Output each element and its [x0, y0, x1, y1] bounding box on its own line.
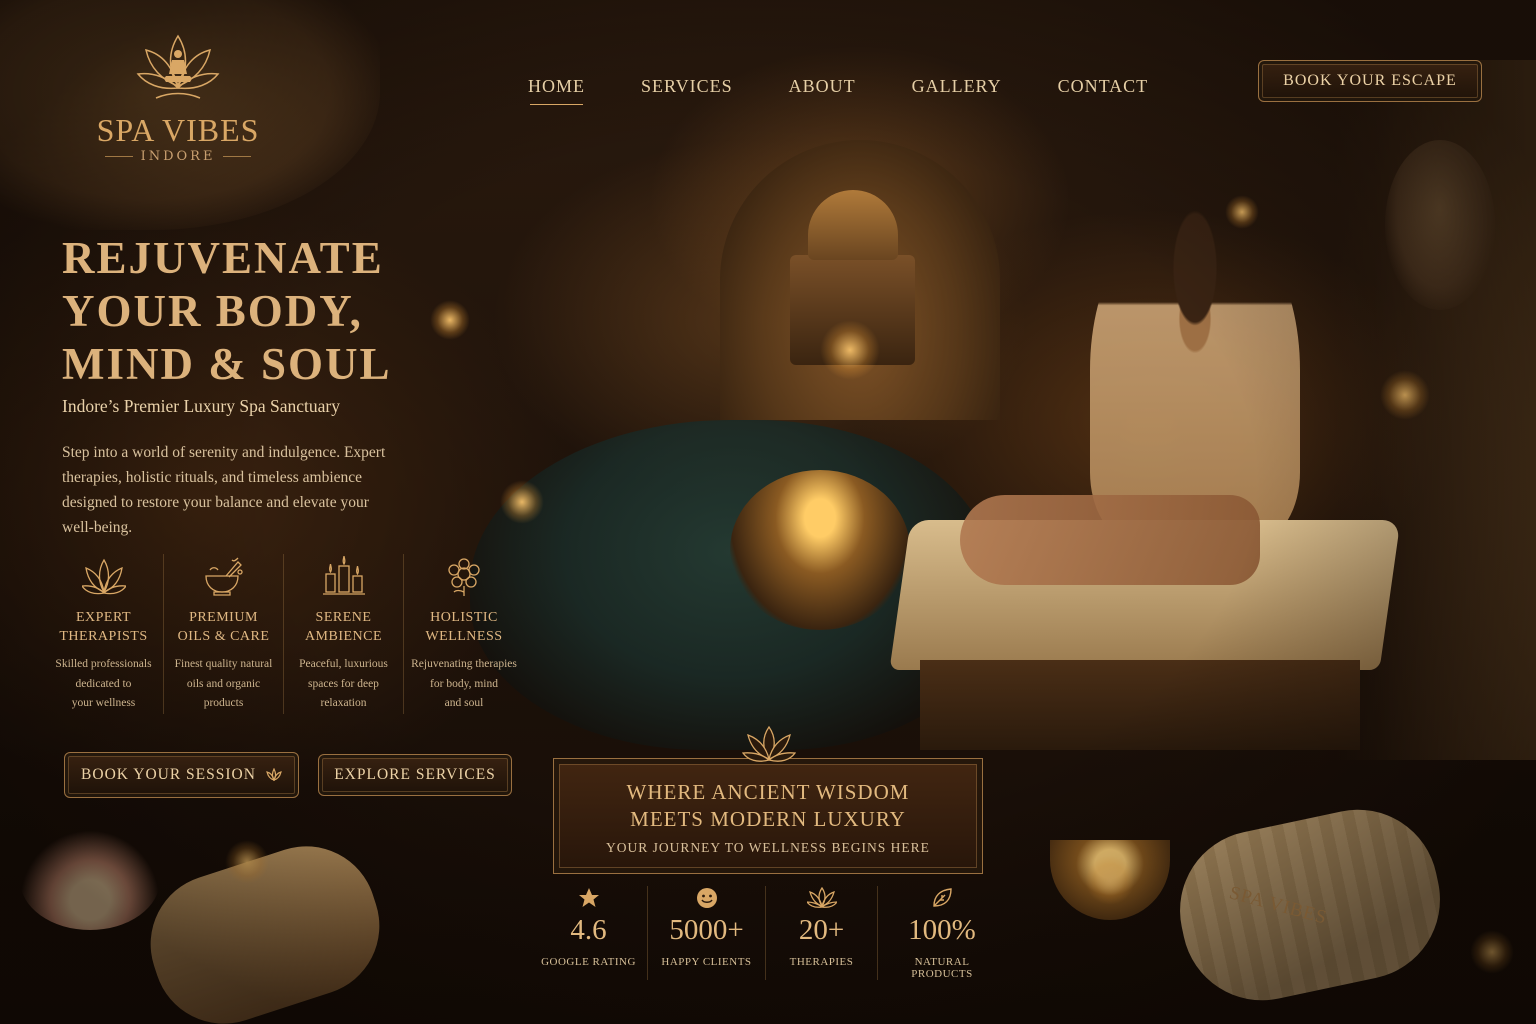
feature-title: PREMIUM OILS & CARE	[177, 610, 270, 644]
candle-glow	[820, 320, 880, 380]
hero-title: REJUVENATE YOUR BODY, MIND & SOUL	[62, 232, 442, 391]
temple-arch	[720, 140, 1000, 420]
banner-heading-line: MEETS MODERN LUXURY	[630, 807, 906, 831]
candle-glow	[1380, 370, 1430, 420]
hero-title-line: MIND & SOUL	[62, 339, 392, 389]
stat-value: 4.6	[570, 914, 607, 946]
candle-glow	[1225, 195, 1259, 229]
feature-holistic-wellness: HOLISTIC WELLNESS Rejuvenating therapies…	[404, 554, 524, 714]
stat-natural-products: 100% NATURAL PRODUCTS	[878, 886, 1006, 980]
banner-subtitle: YOUR JOURNEY TO WELLNESS BEGINS HERE	[606, 840, 930, 855]
feature-serene-ambience: SERENE AMBIENCE Peaceful, luxurious spac…	[284, 554, 404, 714]
nav-contact[interactable]: CONTACT	[1030, 74, 1177, 99]
nav-gallery[interactable]: GALLERY	[884, 74, 1030, 99]
book-session-label: BOOK YOUR SESSION	[81, 766, 256, 783]
hero-title-line: YOUR BODY,	[62, 286, 363, 336]
stats-bar: 4.6 GOOGLE RATING 5000+ HAPPY CLIENTS 20…	[530, 886, 1006, 980]
brand-name: SPA VIBES	[96, 112, 260, 148]
hero-description: Step into a world of serenity and indulg…	[62, 444, 386, 536]
book-session-button[interactable]: BOOK YOUR SESSION	[64, 752, 299, 798]
leaf-icon	[933, 888, 952, 907]
feature-title: EXPERT THERAPISTS	[59, 610, 148, 644]
feature-premium-oils: PREMIUM OILS & CARE Finest quality natur…	[164, 554, 284, 714]
lotus-ornament-icon	[742, 725, 796, 762]
lotus-icon	[806, 886, 837, 908]
client-figure	[960, 495, 1260, 585]
candle-glow	[1470, 930, 1514, 974]
feature-list: EXPERT THERAPISTS Skilled professionals …	[44, 554, 524, 714]
stat-label: HAPPY CLIENTS	[661, 956, 752, 968]
fountain	[730, 470, 910, 630]
feature-desc: Rejuvenating therapies for body, mind an…	[411, 658, 517, 709]
main-nav: HOME SERVICES ABOUT GALLERY CONTACT	[500, 74, 1177, 105]
feature-title: SERENE AMBIENCE	[304, 610, 383, 644]
oil-bowl-icon	[204, 557, 243, 596]
meditation-lotus-icon	[136, 34, 220, 99]
lotus-icon	[81, 558, 126, 595]
stat-label: THERAPIES	[789, 956, 854, 968]
stat-label: NATURAL PRODUCTS	[911, 956, 973, 980]
stat-happy-clients: 5000+ HAPPY CLIENTS	[648, 886, 766, 980]
lotus-icon	[266, 768, 282, 782]
therapist-figure	[1090, 200, 1300, 540]
pavilion	[790, 255, 915, 365]
towel-embroidery: SPA VIBES	[1227, 882, 1330, 929]
pavilion-dome	[808, 190, 898, 260]
massage-bed-base	[920, 660, 1360, 750]
nav-services[interactable]: SERVICES	[613, 74, 761, 99]
star-icon	[578, 888, 599, 907]
hero-tagline: Indore’s Premier Luxury Spa Sanctuary	[62, 396, 340, 416]
feature-desc: Peaceful, luxurious spaces for deep rela…	[299, 658, 388, 709]
holistic-flower-icon	[448, 558, 480, 596]
brand-location: INDORE	[88, 149, 268, 164]
stat-therapies: 20+ THERAPIES	[766, 886, 878, 980]
book-escape-button[interactable]: BOOK YOUR ESCAPE	[1258, 60, 1482, 102]
nav-home[interactable]: HOME	[500, 74, 613, 105]
feature-expert-therapists: EXPERT THERAPISTS Skilled professionals …	[44, 554, 164, 714]
reflecting-pool	[470, 420, 990, 750]
lotus-flower	[20, 830, 160, 930]
feature-desc: Finest quality natural oils and organic …	[174, 658, 273, 709]
explore-services-button[interactable]: EXPLORE SERVICES	[318, 754, 512, 796]
candle-bowl	[1050, 840, 1170, 920]
parchment-texture-right	[1336, 60, 1536, 760]
candle-glow	[225, 840, 269, 884]
candles-icon	[322, 556, 365, 595]
massage-bed	[889, 520, 1401, 670]
candle-glow	[1085, 855, 1135, 905]
feature-title: HOLISTIC WELLNESS	[425, 610, 503, 644]
nav-about[interactable]: ABOUT	[761, 74, 884, 99]
stat-label: GOOGLE RATING	[541, 956, 636, 968]
statue-relief	[1385, 140, 1495, 310]
stat-google-rating: 4.6 GOOGLE RATING	[530, 886, 648, 980]
spa-landing-page: SPA VIBES INDORE HOME SERVICES ABOUT GAL…	[0, 0, 1536, 1024]
smile-icon	[696, 888, 717, 908]
brand-logo[interactable]: SPA VIBES INDORE	[88, 30, 268, 164]
stat-value: 5000+	[669, 914, 744, 946]
parchment-scroll	[132, 828, 398, 1024]
candle-glow	[500, 480, 544, 524]
stat-value: 20+	[798, 914, 845, 946]
feature-desc: Skilled professionals dedicated to your …	[55, 658, 152, 709]
stat-value: 100%	[908, 914, 976, 946]
philosophy-banner: WHERE ANCIENT WISDOM MEETS MODERN LUXURY…	[553, 725, 983, 874]
hero-title-line: REJUVENATE	[62, 233, 384, 283]
banner-heading-line: WHERE ANCIENT WISDOM	[626, 780, 910, 804]
